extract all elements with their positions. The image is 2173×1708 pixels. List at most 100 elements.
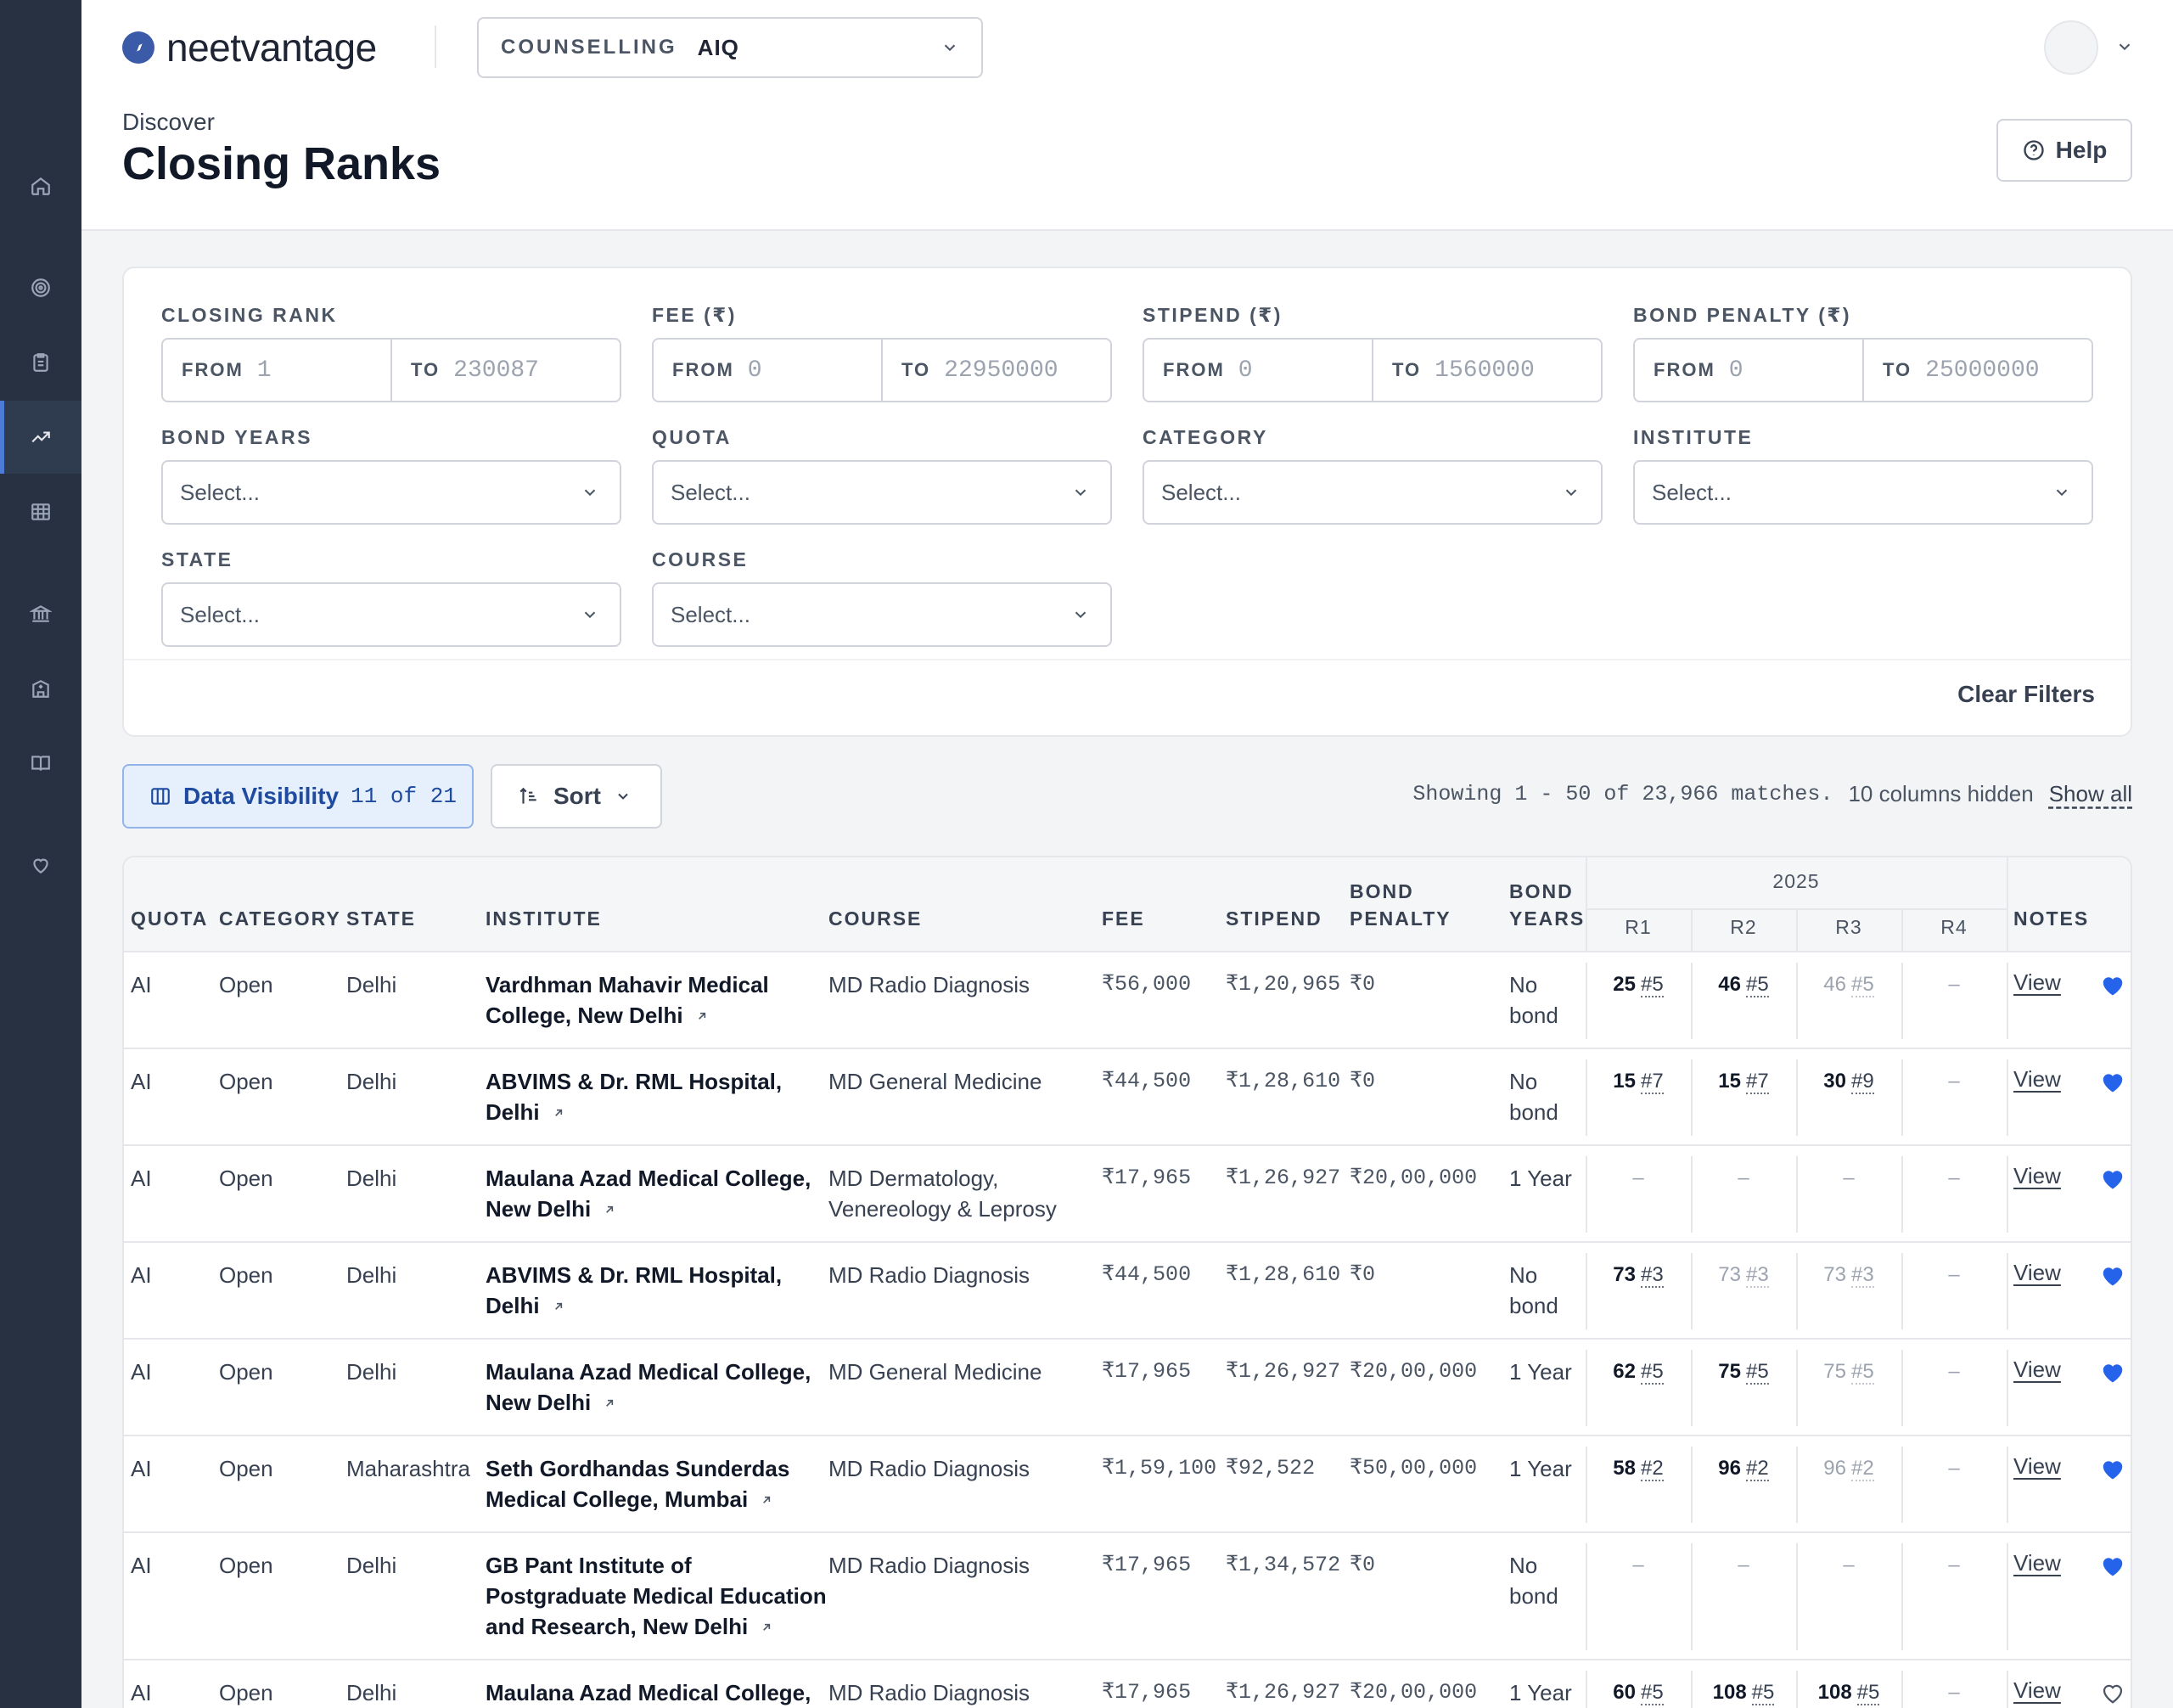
col-quota[interactable]: QUOTA [131, 905, 208, 933]
col-bond-years-line1[interactable]: BOND [1509, 878, 1574, 906]
col-fee[interactable]: FEE [1102, 905, 1145, 933]
data-visibility-button[interactable]: Data Visibility 11 of 21 [122, 764, 474, 829]
help-button[interactable]: Help [1996, 119, 2132, 182]
rank-round[interactable]: #5 [1751, 1681, 1775, 1705]
cell-institute[interactable]: Maulana Azad Medical College,New Delhi [486, 1677, 811, 1708]
cell-institute[interactable]: Vardhman Mahavir Medical College, New Del… [486, 969, 769, 1032]
view-notes-link[interactable]: View [2013, 1550, 2061, 1576]
cell-institute[interactable]: ABVIMS & Dr. RML Hospital, Delhi [486, 1066, 782, 1129]
counselling-select[interactable]: COUNSELLING AIQ [477, 17, 983, 78]
external-link-icon[interactable] [760, 1613, 773, 1643]
cell-institute[interactable]: GB Pant Institute of Postgraduate Medical… [486, 1550, 827, 1643]
heart-filled-icon[interactable] [2100, 1166, 2125, 1190]
view-notes-link[interactable]: View [2013, 1066, 2061, 1093]
col-category[interactable]: CATEGORY [219, 905, 341, 933]
sort-button[interactable]: Sort [491, 764, 662, 829]
col-bond-penalty-line2[interactable]: PENALTY [1350, 905, 1451, 933]
view-notes-link[interactable]: View [2013, 1260, 2061, 1286]
external-link-icon[interactable] [603, 1195, 616, 1226]
book-icon[interactable] [0, 727, 81, 800]
bond-years-select[interactable]: Select... [161, 460, 621, 525]
rank-round[interactable]: #5 [1746, 973, 1769, 997]
brand-logo[interactable]: neetvantage [122, 24, 377, 71]
table-row[interactable]: AI Open Delhi ABVIMS & Dr. RML Hospital, Del… [124, 1243, 2131, 1340]
rank-round[interactable]: #3 [1746, 1263, 1769, 1288]
external-link-icon[interactable] [695, 1002, 709, 1032]
table-row[interactable]: AI Open Delhi GB Pant Institute of Postgradu… [124, 1533, 2131, 1660]
view-notes-link[interactable]: View [2013, 1357, 2061, 1383]
view-notes-link[interactable]: View [2013, 1677, 2061, 1704]
col-course[interactable]: COURSE [828, 905, 922, 933]
grid-icon[interactable] [0, 475, 81, 548]
rank-round[interactable]: #2 [1746, 1457, 1769, 1481]
col-r4[interactable]: R4 [1901, 913, 2007, 941]
heart-filled-icon[interactable] [2100, 973, 2125, 997]
table-row[interactable]: AI Open Delhi Maulana Azad Medical College,… [124, 1660, 2131, 1708]
quota-select[interactable]: Select... [652, 460, 1112, 525]
course-select[interactable]: Select... [652, 582, 1112, 647]
rank-round[interactable]: #5 [1641, 1360, 1664, 1385]
state-select[interactable]: Select... [161, 582, 621, 647]
hospital-icon[interactable] [0, 652, 81, 725]
rank-round[interactable]: #5 [1641, 1681, 1664, 1705]
rank-round[interactable]: #5 [1641, 973, 1664, 997]
institution-icon[interactable] [0, 577, 81, 650]
closing-rank-to-input[interactable]: TO 230087 [390, 340, 620, 401]
cell-institute[interactable]: Maulana Azad Medical College,New Delhi [486, 1163, 811, 1226]
heart-filled-icon[interactable] [2100, 1553, 2125, 1577]
institute-select[interactable]: Select... [1633, 460, 2093, 525]
col-bond-penalty-line1[interactable]: BOND [1350, 878, 1414, 906]
heart-filled-icon[interactable] [2100, 1360, 2125, 1384]
cell-institute[interactable]: Maulana Azad Medical College,New Delhi [486, 1357, 811, 1419]
heart-filled-icon[interactable] [2100, 1070, 2125, 1093]
rank-round[interactable]: #3 [1641, 1263, 1664, 1288]
clipboard-icon[interactable] [0, 326, 81, 399]
heart-icon[interactable] [0, 829, 81, 902]
col-r2[interactable]: R2 [1691, 913, 1796, 941]
rank-round[interactable]: #5 [1851, 973, 1874, 997]
external-link-icon[interactable] [603, 1389, 616, 1419]
target-icon[interactable] [0, 251, 81, 324]
view-notes-link[interactable]: View [2013, 1453, 2061, 1480]
bond-penalty-to-input[interactable]: TO 25000000 [1862, 340, 2092, 401]
col-stipend[interactable]: STIPEND [1226, 905, 1322, 933]
view-notes-link[interactable]: View [2013, 969, 2061, 996]
fee-from-input[interactable]: FROM 0 [654, 340, 881, 401]
col-r1[interactable]: R1 [1586, 913, 1691, 941]
col-bond-years-line2[interactable]: YEARS [1509, 905, 1585, 933]
rank-round[interactable]: #5 [1851, 1360, 1874, 1385]
home-icon[interactable] [0, 149, 81, 222]
table-row[interactable]: AI Open Delhi ABVIMS & Dr. RML Hospital, Del… [124, 1049, 2131, 1146]
col-r3[interactable]: R3 [1796, 913, 1901, 941]
table-row[interactable]: AI Open Delhi Maulana Azad Medical College,… [124, 1146, 2131, 1243]
trending-up-icon[interactable] [0, 401, 81, 474]
stipend-to-input[interactable]: TO 1560000 [1372, 340, 1601, 401]
table-row[interactable]: AI Open Delhi Vardhman Mahavir Medical Colle… [124, 952, 2131, 1049]
cell-institute[interactable]: Seth Gordhandas Sunderdas Medical College… [486, 1453, 789, 1516]
bond-penalty-from-input[interactable]: FROM 0 [1635, 340, 1862, 401]
heart-outline-icon[interactable] [2100, 1681, 2125, 1705]
rank-round[interactable]: #5 [1746, 1360, 1769, 1385]
heart-filled-icon[interactable] [2100, 1263, 2125, 1287]
rank-round[interactable]: #5 [1856, 1681, 1880, 1705]
show-all-link[interactable]: Show all [2049, 781, 2132, 807]
rank-round[interactable]: #7 [1746, 1070, 1769, 1094]
rank-round[interactable]: #9 [1851, 1070, 1874, 1094]
col-institute[interactable]: INSTITUTE [486, 905, 602, 933]
rank-round[interactable]: #2 [1641, 1457, 1664, 1481]
closing-rank-from-input[interactable]: FROM 1 [163, 340, 390, 401]
rank-round[interactable]: #3 [1851, 1263, 1874, 1288]
chevron-down-icon[interactable] [2115, 37, 2134, 56]
category-select[interactable]: Select... [1143, 460, 1603, 525]
stipend-from-input[interactable]: FROM 0 [1144, 340, 1372, 401]
external-link-icon[interactable] [552, 1292, 565, 1323]
rank-round[interactable]: #7 [1641, 1070, 1664, 1094]
cell-institute[interactable]: ABVIMS & Dr. RML Hospital, Delhi [486, 1260, 782, 1323]
table-row[interactable]: AI Open Delhi Maulana Azad Medical College,… [124, 1340, 2131, 1436]
view-notes-link[interactable]: View [2013, 1163, 2061, 1189]
fee-to-input[interactable]: TO 22950000 [881, 340, 1110, 401]
table-row[interactable]: AI Open Maharashtra Seth Gordhandas Sunderd… [124, 1436, 2131, 1533]
external-link-icon[interactable] [760, 1486, 773, 1516]
col-state[interactable]: STATE [346, 905, 416, 933]
rank-round[interactable]: #2 [1851, 1457, 1874, 1481]
